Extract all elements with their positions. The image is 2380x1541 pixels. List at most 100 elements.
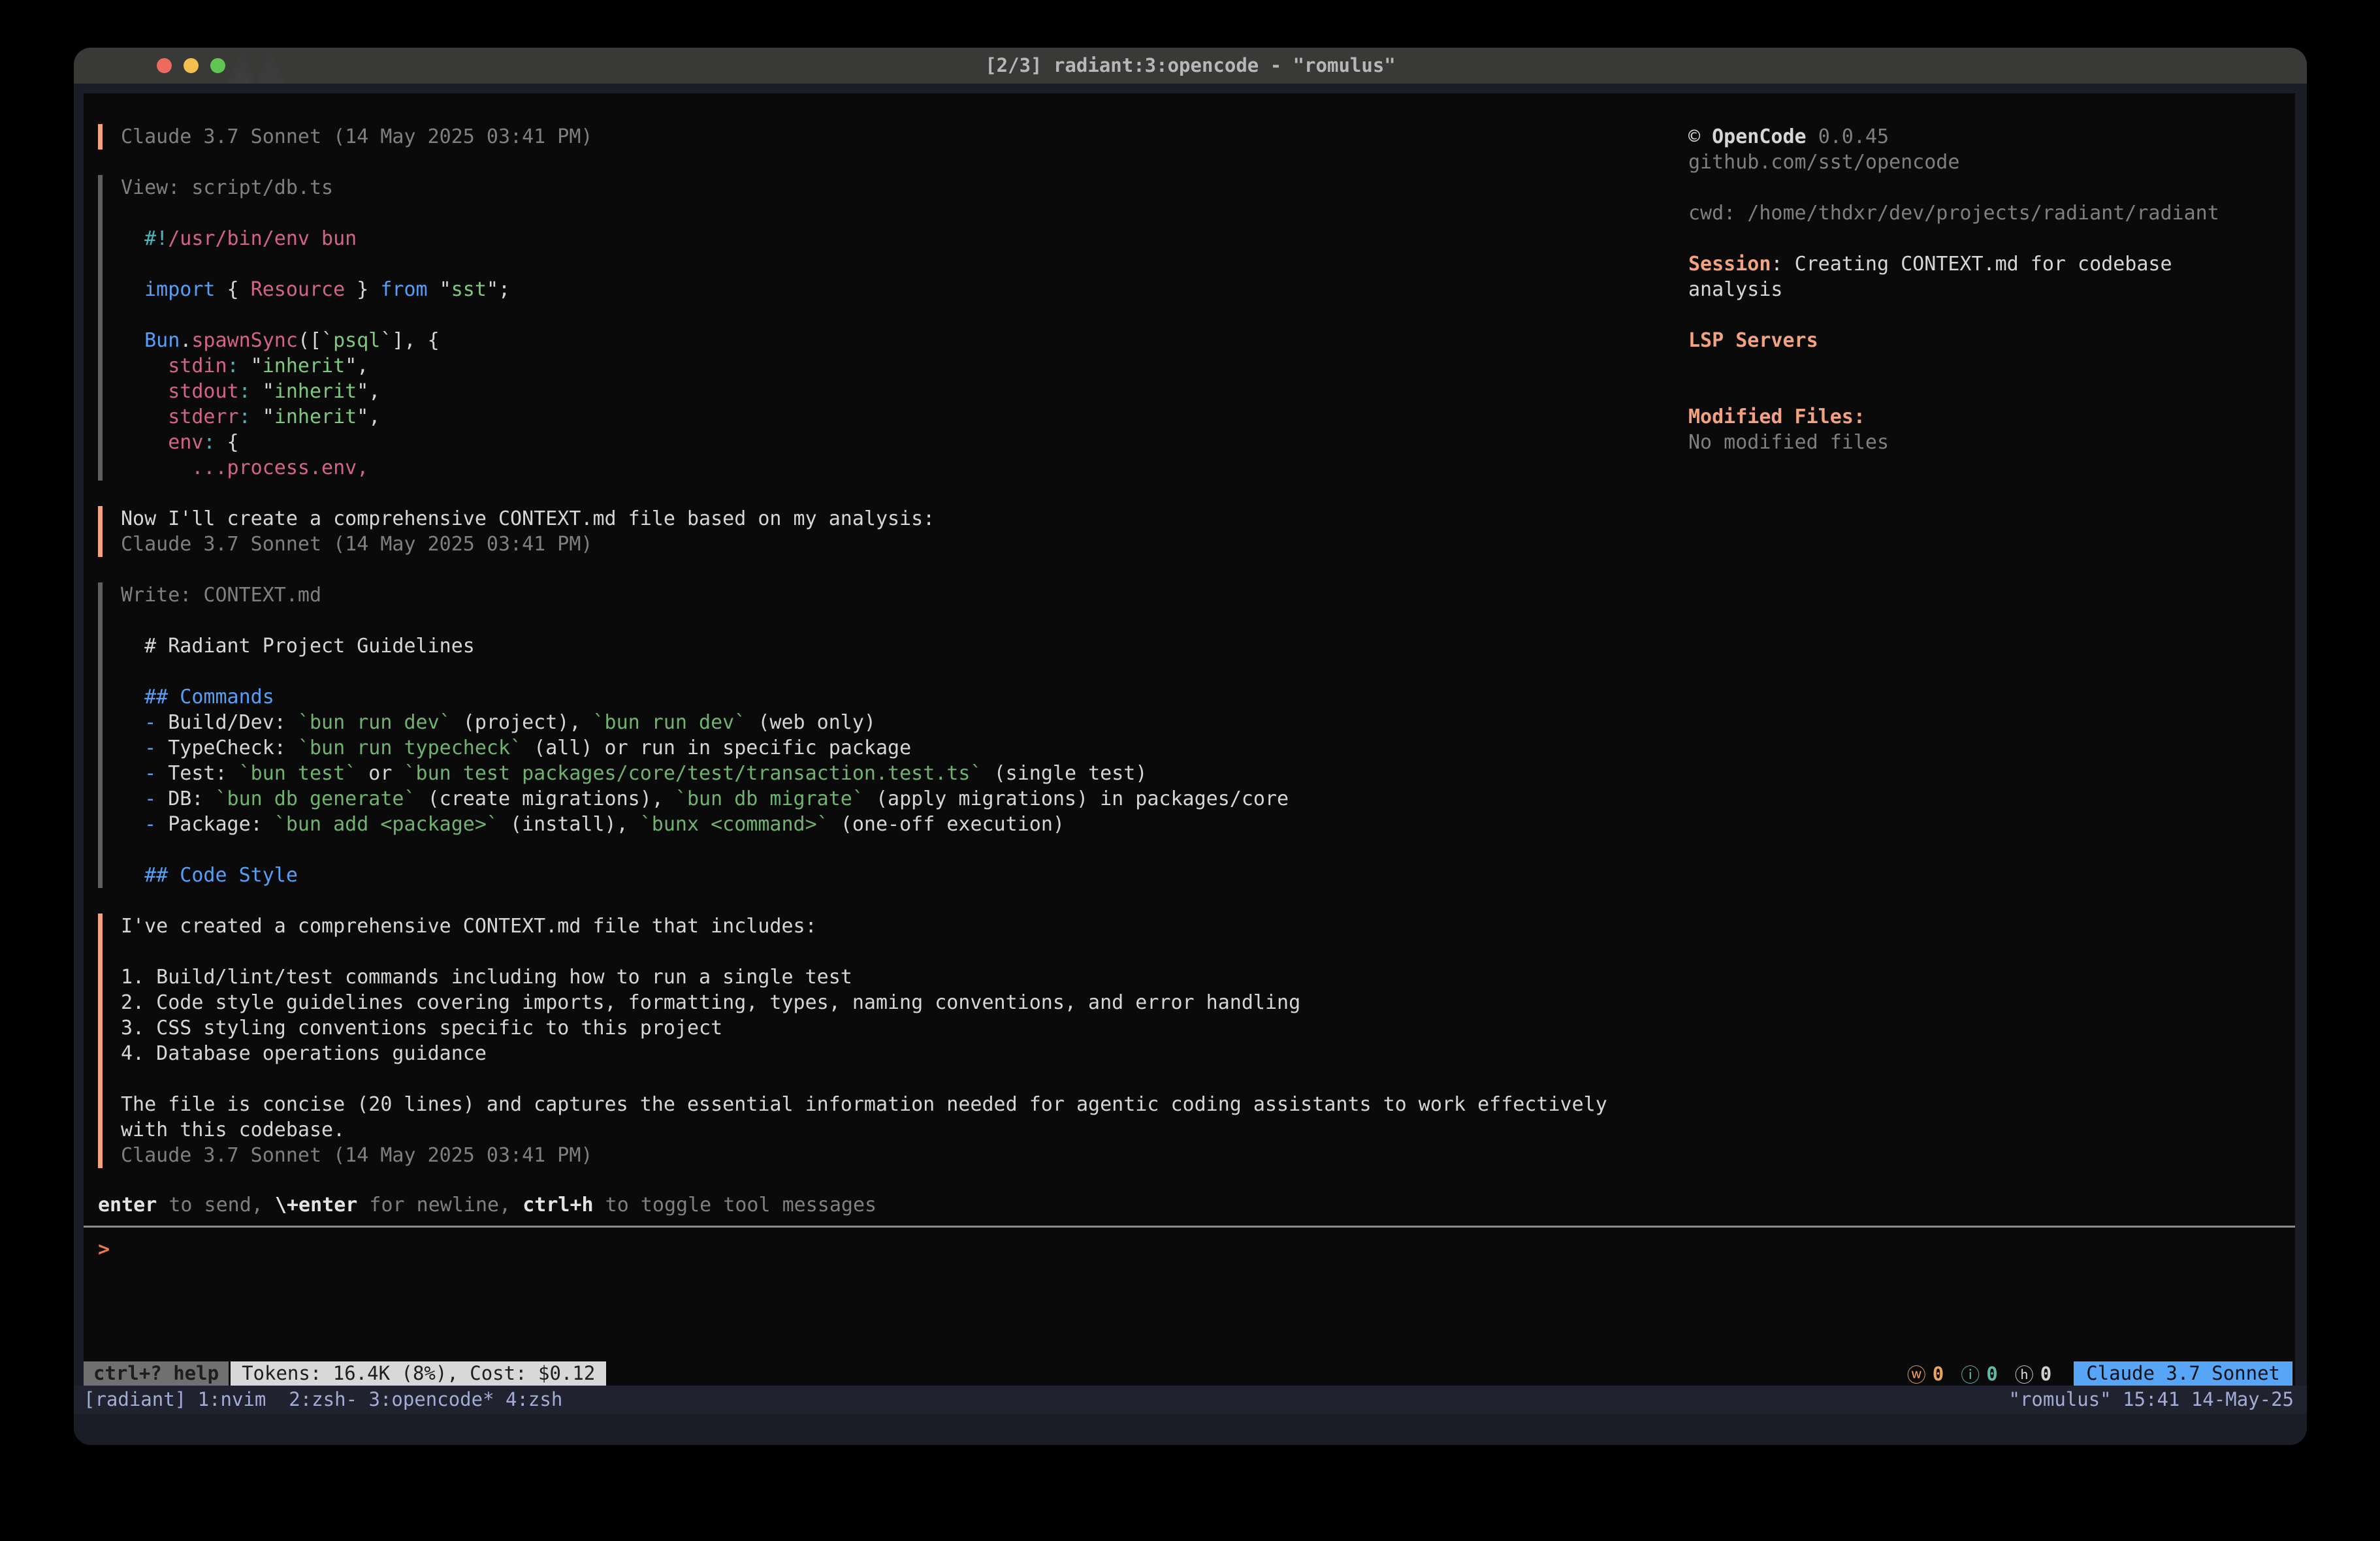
- text-segment: [121, 864, 144, 887]
- text-segment: to send,: [157, 1194, 275, 1216]
- text-segment: Build/Dev:: [156, 711, 298, 734]
- screenshot-stage: [2/3] radiant:3:opencode - "romulus" Cla…: [0, 0, 2380, 1541]
- transcript-line: [121, 302, 1679, 328]
- text-segment: Claude 3.7 Sonnet (14 May 2025 03:41 PM): [121, 533, 592, 556]
- text-segment: for newline,: [357, 1194, 523, 1216]
- transcript-line: ## Code Style: [121, 863, 1679, 888]
- transcript-line: [121, 939, 1679, 964]
- text-segment: ...process.env,: [191, 456, 368, 479]
- model-chip[interactable]: Claude 3.7 Sonnet: [2074, 1361, 2292, 1386]
- terminal-body: Claude 3.7 Sonnet (14 May 2025 03:41 PM)…: [74, 84, 2307, 1445]
- transcript-line: 2. Code style guidelines covering import…: [121, 990, 1679, 1015]
- text-segment: from: [380, 278, 427, 301]
- transcript-line: Claude 3.7 Sonnet (14 May 2025 03:41 PM): [121, 124, 1679, 150]
- text-segment: or: [357, 762, 404, 785]
- text-segment: `bun db migrate`: [675, 787, 864, 810]
- text-segment: ";: [487, 278, 510, 301]
- transcript-line: [121, 837, 1679, 863]
- opencode-app: Claude 3.7 Sonnet (14 May 2025 03:41 PM)…: [84, 93, 2295, 1386]
- text-segment: -: [144, 787, 156, 810]
- text-segment: ": [251, 380, 274, 403]
- transcript-line: - DB: `bun db generate` (create migratio…: [121, 786, 1679, 812]
- text-segment: stdin: [168, 355, 227, 377]
- transcript-line: stderr: "inherit",: [121, 404, 1679, 430]
- titlebar: [2/3] radiant:3:opencode - "romulus": [74, 48, 2307, 84]
- session-title: Session: Creating CONTEXT.md for codebas…: [1688, 251, 2289, 277]
- window-title: [2/3] radiant:3:opencode - "romulus": [74, 48, 2307, 84]
- transcript-line: Claude 3.7 Sonnet (14 May 2025 03:41 PM): [121, 1143, 1679, 1168]
- transcript-line: Claude 3.7 Sonnet (14 May 2025 03:41 PM): [121, 532, 1679, 557]
- text-segment: # Radiant Project Guidelines: [121, 635, 475, 658]
- text-segment: sst: [451, 278, 487, 301]
- cwd-path: cwd: /home/thdxr/dev/projects/radiant/ra…: [1688, 200, 2289, 226]
- tokens-cost-chip: Tokens: 16.4K (8%), Cost: $0.12: [231, 1361, 606, 1386]
- transcript-line: #!/usr/bin/env bun: [121, 226, 1679, 251]
- text-segment: (one-off execution): [829, 813, 1065, 836]
- text-segment: [121, 813, 144, 836]
- text-segment: Test:: [156, 762, 238, 785]
- text-segment: ## Code Style: [144, 864, 298, 887]
- repo-link[interactable]: github.com/sst/opencode: [1688, 150, 2289, 175]
- text-segment: import: [144, 278, 215, 301]
- text-segment: Claude 3.7 Sonnet (14 May 2025 03:41 PM): [121, 125, 592, 148]
- tmux-session-windows[interactable]: [radiant] 1:nvim 2:zsh- 3:opencode* 4:zs…: [84, 1386, 562, 1414]
- text-segment: ",: [345, 355, 368, 377]
- text-segment: [121, 737, 144, 759]
- text-segment: 3. CSS styling conventions specific to t…: [121, 1017, 722, 1040]
- text-segment: (apply migrations) in packages/core: [864, 787, 1289, 810]
- text-segment: psql: [333, 329, 380, 352]
- text-segment: :: [203, 431, 215, 454]
- tmux-statusbar: [radiant] 1:nvim 2:zsh- 3:opencode* 4:zs…: [74, 1386, 2307, 1414]
- text-segment: /usr/bin/env bun: [168, 227, 357, 250]
- transcript-line: import { Resource } from "sst";: [121, 277, 1679, 302]
- text-segment: enter: [98, 1194, 157, 1216]
- text-segment: Resource: [251, 278, 346, 301]
- transcript-line: Now I'll create a comprehensive CONTEXT.…: [121, 506, 1679, 532]
- text-segment: 1. Build/lint/test commands including ho…: [121, 966, 852, 989]
- transcript-line: ## Commands: [121, 684, 1679, 710]
- warning-count: ⓦ0: [1907, 1360, 1944, 1388]
- text-segment: 2. Code style guidelines covering import…: [121, 991, 1300, 1014]
- text-segment: spawnSync: [191, 329, 298, 352]
- text-segment: :: [227, 355, 239, 377]
- text-segment: `bun add <package>`: [274, 813, 498, 836]
- input-divider: [84, 1226, 2295, 1228]
- text-segment: \+enter: [275, 1194, 357, 1216]
- text-segment: env: [168, 431, 203, 454]
- input-section: enter to send, \+enter for newline, ctrl…: [84, 1192, 2295, 1262]
- text-segment: (single test): [982, 762, 1148, 785]
- text-segment: ": [251, 405, 274, 428]
- text-segment: ": [239, 355, 263, 377]
- assistant-message-header: Claude 3.7 Sonnet (14 May 2025 03:41 PM): [98, 124, 1679, 150]
- message-input[interactable]: >: [84, 1237, 2295, 1262]
- tool-output-view-db-ts: View: script/db.ts #!/usr/bin/env bun im…: [98, 175, 1679, 481]
- session-title-wrap: analysis: [1688, 277, 2289, 302]
- text-segment: -: [144, 762, 156, 785]
- text-segment: ": [428, 278, 451, 301]
- transcript-line: Write: CONTEXT.md: [121, 582, 1679, 608]
- text-segment: DB:: [156, 787, 215, 810]
- text-segment: inherit: [263, 355, 345, 377]
- text-segment: with this codebase.: [121, 1119, 345, 1141]
- text-segment: `bun run dev`: [593, 711, 747, 734]
- transcript-line: - Build/Dev: `bun run dev` (project), `b…: [121, 710, 1679, 735]
- text-segment: [121, 380, 168, 403]
- info-count: ⓘ0: [1961, 1360, 1997, 1388]
- text-segment: [121, 405, 168, 428]
- text-segment: Write: CONTEXT.md: [121, 584, 321, 607]
- transcript-line: I've created a comprehensive CONTEXT.md …: [121, 913, 1679, 939]
- text-segment: -: [144, 737, 156, 759]
- text-segment: [121, 431, 168, 454]
- text-segment: }: [345, 278, 380, 301]
- transcript-line: View: script/db.ts: [121, 175, 1679, 200]
- hint-count: ⓗ0: [2015, 1360, 2051, 1388]
- transcript-line: Bun.spawnSync([`psql`], {: [121, 328, 1679, 353]
- terminal-window: [2/3] radiant:3:opencode - "romulus" Cla…: [74, 48, 2307, 1445]
- opencode-statusline: ctrl+? help Tokens: 16.4K (8%), Cost: $0…: [84, 1361, 2295, 1386]
- help-shortcut-chip[interactable]: ctrl+? help: [84, 1361, 229, 1386]
- text-segment: :: [239, 380, 251, 403]
- text-segment: :: [239, 405, 251, 428]
- prompt-icon: >: [98, 1238, 110, 1261]
- text-segment: View: script/db.ts: [121, 176, 333, 199]
- text-segment: stdout: [168, 380, 238, 403]
